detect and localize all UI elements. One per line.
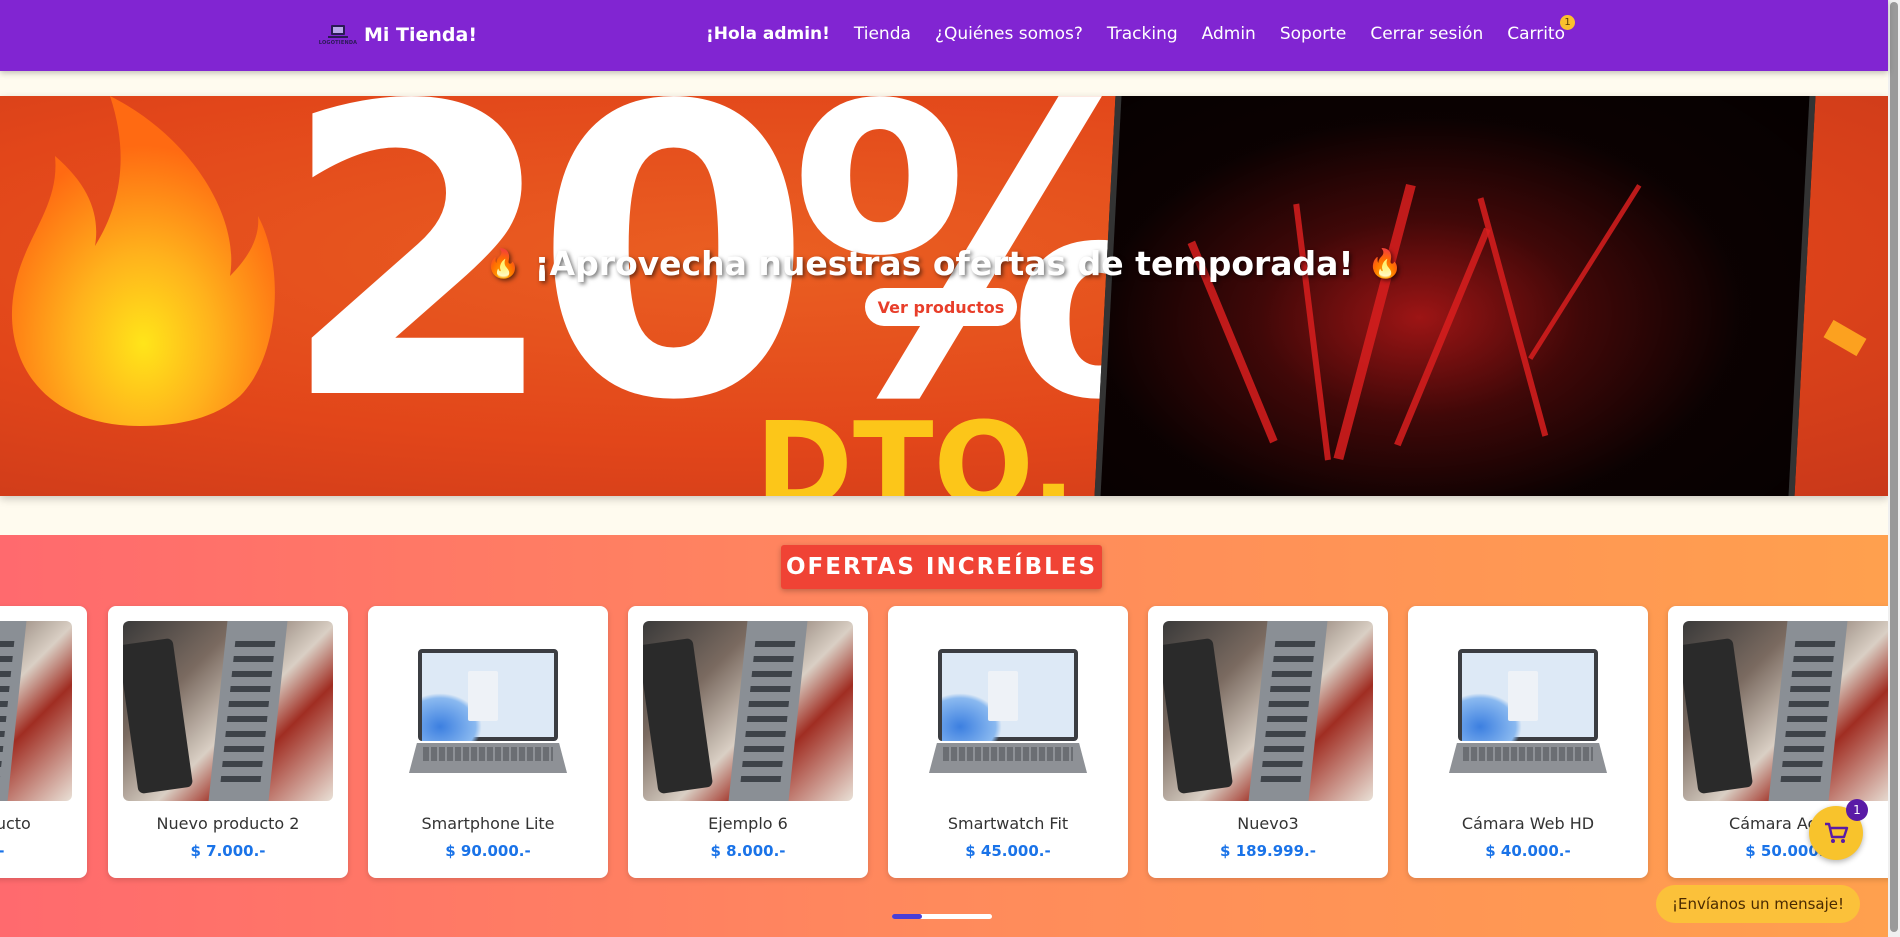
product-image-photo xyxy=(123,621,333,801)
product-name: Nuevo producto xyxy=(0,814,31,833)
product-price: $ 40.000.- xyxy=(1485,842,1571,860)
nav-link-tienda[interactable]: Tienda xyxy=(854,24,911,44)
store-logo-icon: LOGOTIENDA xyxy=(318,20,358,50)
brand[interactable]: LOGOTIENDA Mi Tienda! xyxy=(318,20,477,50)
carousel-progress-active xyxy=(892,914,922,919)
hero-dto: DTO. xyxy=(755,396,1076,496)
product-card[interactable]: Nuevo producto $ 7.000.- xyxy=(0,606,87,878)
product-price: $ 7.000.- xyxy=(190,842,266,860)
nav-link-quienes-somos[interactable]: ¿Quiénes somos? xyxy=(935,24,1083,44)
product-price: $ 8.000.- xyxy=(710,842,786,860)
nav-greeting[interactable]: ¡Hola admin! xyxy=(706,24,830,44)
nav-link-cerrar-sesion[interactable]: Cerrar sesión xyxy=(1370,24,1483,44)
product-card[interactable]: Smartphone Lite $ 90.000.- xyxy=(368,606,608,878)
scrollbar-thumb[interactable] xyxy=(1890,2,1898,932)
send-message-button[interactable]: ¡Envíanos un mensaje! xyxy=(1656,885,1860,923)
floating-cart-badge: 1 xyxy=(1846,799,1868,821)
fire-icon: 🔥 xyxy=(485,247,521,280)
product-image-laptop xyxy=(903,621,1113,801)
product-price: $ 7.000.- xyxy=(0,842,87,860)
cart-icon xyxy=(1825,822,1849,843)
brand-name[interactable]: Mi Tienda! xyxy=(364,24,477,46)
navbar: LOGOTIENDA Mi Tienda! ¡Hola admin! Tiend… xyxy=(0,0,1888,71)
product-price: $ 189.999.- xyxy=(1220,842,1316,860)
product-name: Ejemplo 6 xyxy=(708,814,788,833)
product-name: Nuevo3 xyxy=(1237,814,1299,833)
product-image-laptop xyxy=(1423,621,1633,801)
product-card[interactable]: Ejemplo 6 $ 8.000.- xyxy=(628,606,868,878)
nav-links: ¡Hola admin! Tienda ¿Quiénes somos? Trac… xyxy=(682,15,1575,44)
logo-text: LOGOTIENDA xyxy=(318,39,358,46)
nav-link-carrito-label: Carrito xyxy=(1507,24,1565,44)
product-name: Smartphone Lite xyxy=(421,814,555,833)
nav-link-carrito[interactable]: Carrito 1 xyxy=(1507,15,1575,44)
nav-link-admin[interactable]: Admin xyxy=(1202,24,1256,44)
product-name: Cámara Web HD xyxy=(1461,814,1595,833)
product-image-photo xyxy=(1163,621,1373,801)
hero-heading-text: ¡Aprovecha nuestras ofertas de temporada… xyxy=(534,244,1354,283)
hero-monitor-image xyxy=(1093,96,1817,496)
hero-banner: 20% DTO. 🔥 ¡Aprovecha nuestras ofertas d… xyxy=(0,96,1888,496)
product-card[interactable]: Nuevo producto 2 $ 7.000.- xyxy=(108,606,348,878)
product-card[interactable]: Cámara Web HD $ 40.000.- xyxy=(1408,606,1648,878)
product-name: Smartwatch Fit xyxy=(947,814,1069,833)
ver-productos-button[interactable]: Ver productos xyxy=(865,288,1017,326)
product-image-photo xyxy=(1683,621,1888,801)
offers-section: OFERTAS INCREÍBLES Nuevo producto $ 7.000… xyxy=(0,535,1888,937)
product-name: Nuevo producto 2 xyxy=(156,814,300,833)
carousel-progress[interactable] xyxy=(892,914,992,919)
product-image-photo xyxy=(643,621,853,801)
nav-link-tracking[interactable]: Tracking xyxy=(1107,24,1178,44)
product-price: $ 90.000.- xyxy=(445,842,531,860)
product-card[interactable]: Smartwatch Fit $ 45.000.- xyxy=(888,606,1128,878)
page-scrollbar[interactable] xyxy=(1888,0,1900,937)
nav-link-soporte[interactable]: Soporte xyxy=(1280,24,1347,44)
product-image-laptop xyxy=(383,621,593,801)
product-image-photo xyxy=(0,621,72,801)
decorative-tag xyxy=(1823,319,1867,357)
product-card[interactable]: Nuevo3 $ 189.999.- xyxy=(1148,606,1388,878)
hero-heading: 🔥 ¡Aprovecha nuestras ofertas de tempora… xyxy=(0,244,1888,283)
offers-title: OFERTAS INCREÍBLES xyxy=(781,545,1102,589)
product-price: $ 45.000.- xyxy=(965,842,1051,860)
fire-icon: 🔥 xyxy=(1367,247,1403,280)
cart-count-badge: 1 xyxy=(1560,15,1575,30)
